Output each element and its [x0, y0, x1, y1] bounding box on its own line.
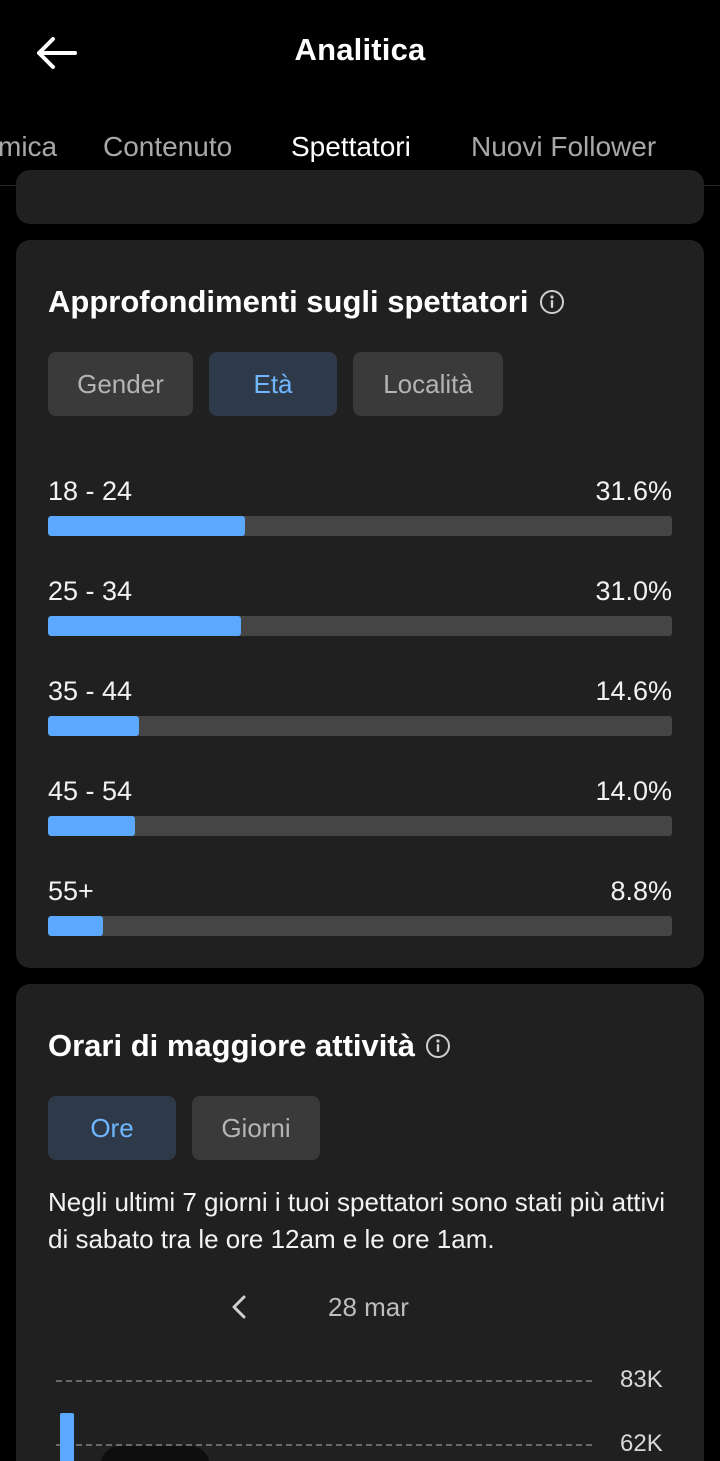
chevron-left-icon [232, 1295, 246, 1319]
date-navigator: 28 mar [16, 1284, 704, 1334]
filter-eta[interactable]: Età [209, 352, 337, 416]
age-range-label: 25 - 34 [48, 576, 133, 606]
audience-title-row: Approfondimenti sugli spettatori [48, 284, 565, 320]
previous-date-button[interactable] [224, 1290, 254, 1324]
filter-localita[interactable]: Località [353, 352, 503, 416]
age-row: 25 - 34 31.0% [48, 576, 672, 656]
age-range-label: 18 - 24 [48, 476, 133, 506]
hour-bar[interactable] [60, 1413, 74, 1461]
age-percent: 8.8% [610, 876, 672, 906]
activity-title: Orari di maggiore attività [48, 1028, 415, 1063]
filter-gender[interactable]: Gender [48, 352, 193, 416]
age-row: 55+ 8.8% [48, 876, 672, 956]
age-percent: 14.0% [595, 776, 672, 806]
chart-tooltip [100, 1446, 210, 1461]
age-bar-track [48, 816, 672, 836]
age-range-label: 35 - 44 [48, 676, 133, 706]
filter-ore[interactable]: Ore [48, 1096, 176, 1160]
age-bar-fill [48, 816, 135, 836]
activity-title-row: Orari di maggiore attività [48, 1028, 451, 1064]
age-bar-track [48, 516, 672, 536]
app-header: Analitica [0, 0, 720, 105]
y-tick-label: 62K [620, 1430, 663, 1457]
age-range-label: 45 - 54 [48, 776, 133, 806]
audience-insights-card: Approfondimenti sugli spettatori Gender … [16, 240, 704, 968]
info-icon[interactable] [425, 1033, 451, 1059]
age-bar-track [48, 616, 672, 636]
grid-line-83k [56, 1380, 592, 1382]
analytics-screen: Analitica mica Contenuto Spettatori Nuov… [0, 0, 720, 1461]
age-bar-fill [48, 616, 241, 636]
filter-giorni[interactable]: Giorni [192, 1096, 320, 1160]
activity-description: Negli ultimi 7 giorni i tuoi spettatori … [48, 1187, 666, 1254]
date-label: 28 mar [328, 1292, 409, 1322]
age-bar-fill [48, 716, 139, 736]
y-tick-label: 83K [620, 1366, 663, 1393]
age-percent: 31.0% [595, 576, 672, 606]
age-percent: 14.6% [595, 676, 672, 706]
audience-title: Approfondimenti sugli spettatori [48, 284, 529, 319]
most-active-times-card: Orari di maggiore attività Ore Giorni Ne… [16, 984, 704, 1461]
age-range-label: 55+ [48, 876, 94, 906]
age-row: 18 - 24 31.6% [48, 476, 672, 556]
age-bar-track [48, 916, 672, 936]
age-bar-fill [48, 516, 245, 536]
age-row: 35 - 44 14.6% [48, 676, 672, 756]
age-row: 45 - 54 14.0% [48, 776, 672, 856]
age-bar-fill [48, 916, 103, 936]
previous-card [16, 170, 704, 224]
page-title: Analitica [294, 32, 426, 67]
info-icon[interactable] [539, 289, 565, 315]
age-percent: 31.6% [595, 476, 672, 506]
age-bar-track [48, 716, 672, 736]
